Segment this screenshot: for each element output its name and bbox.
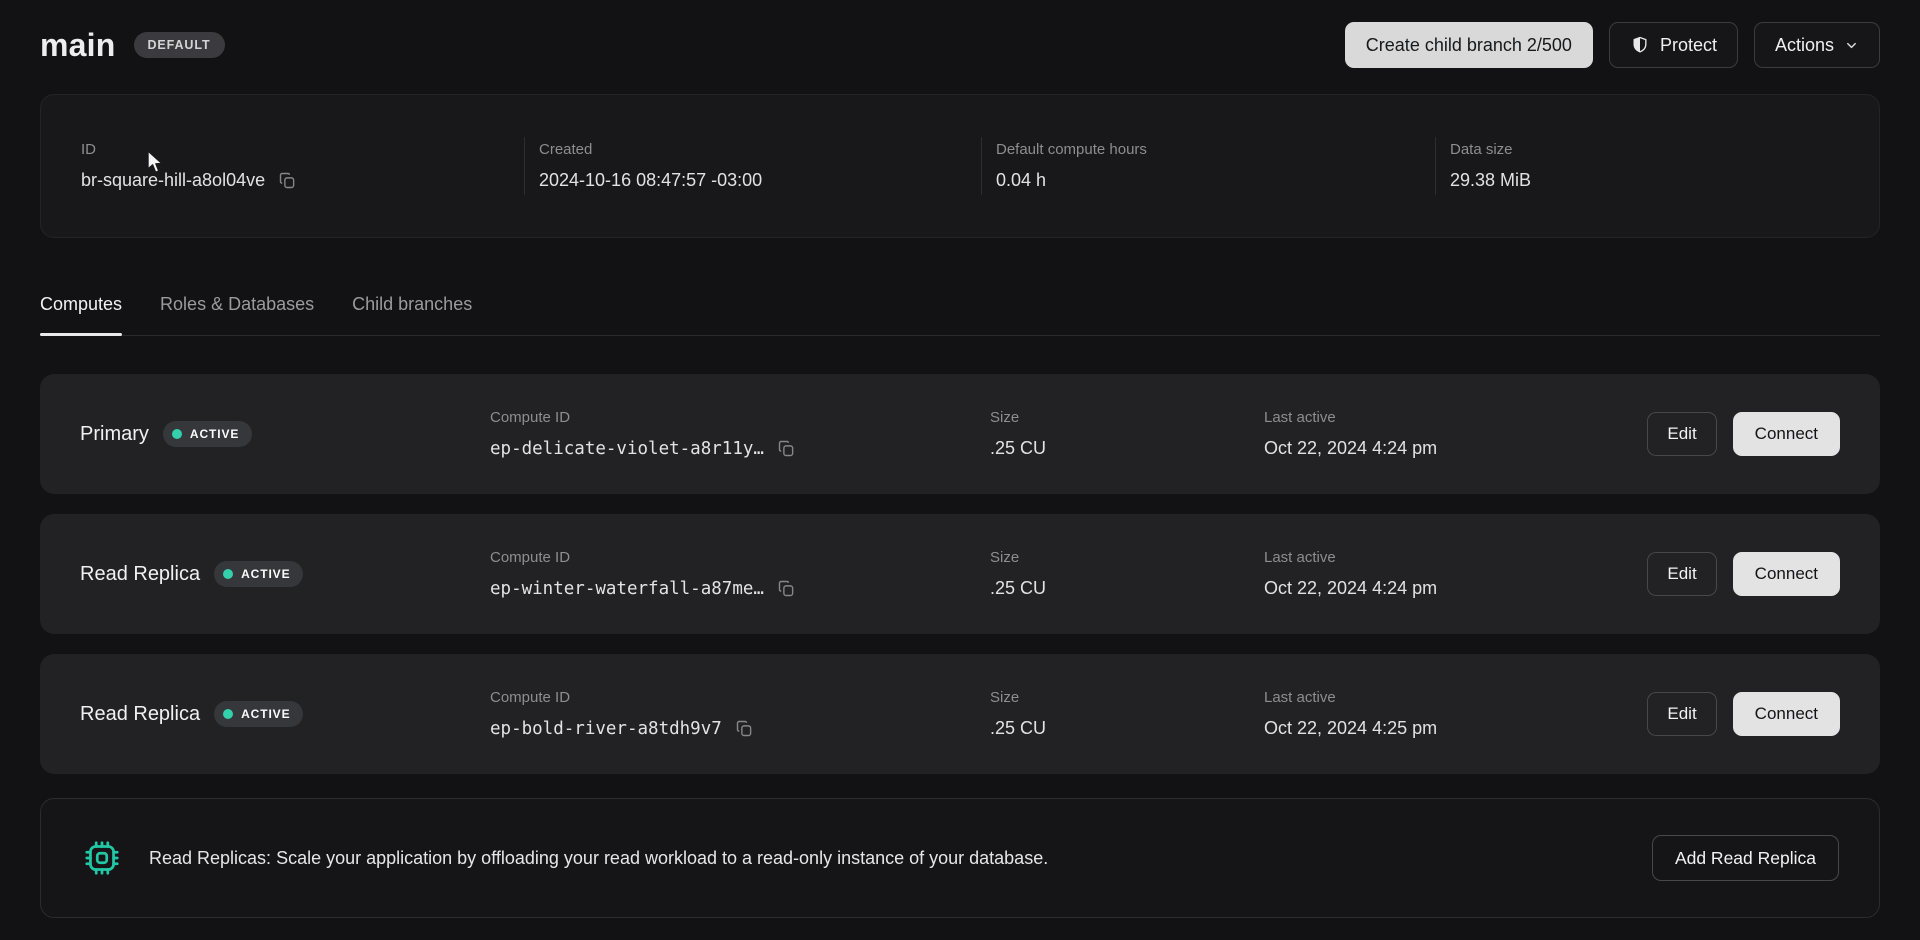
status-label: ACTIVE [190, 428, 239, 440]
compute-id-value: ep-winter-waterfall-a87me… [490, 579, 764, 599]
compute-row-primary: Primary ACTIVE Compute ID ep-delicate-vi… [40, 374, 1880, 494]
edit-button[interactable]: Edit [1647, 692, 1716, 736]
status-badge: ACTIVE [214, 701, 303, 727]
read-replica-note-card: Read Replicas: Scale your application by… [40, 798, 1880, 918]
size-value: .25 CU [990, 578, 1264, 599]
copy-icon [277, 170, 298, 191]
row-actions: Edit Connect [1647, 412, 1840, 456]
last-active-field: Last active Oct 22, 2024 4:24 pm [1264, 409, 1647, 459]
status-dot-icon [223, 569, 233, 579]
copy-icon [776, 578, 797, 599]
tab-child-branches[interactable]: Child branches [352, 294, 472, 335]
computes-list: Primary ACTIVE Compute ID ep-delicate-vi… [40, 374, 1880, 774]
size-value: .25 CU [990, 718, 1264, 739]
branch-info-card: ID br-square-hill-a8ol04ve Created 2024-… [40, 94, 1880, 238]
compute-id-label: Compute ID [490, 689, 990, 706]
created-value: 2024-10-16 08:47:57 -03:00 [539, 170, 981, 191]
compute-name: Primary [80, 423, 149, 446]
copy-compute-id-button[interactable] [776, 438, 797, 459]
compute-id-field: Compute ID ep-winter-waterfall-a87me… [490, 549, 990, 599]
status-dot-icon [223, 709, 233, 719]
protect-button[interactable]: Protect [1609, 22, 1738, 68]
default-compute-hours-field: Default compute hours 0.04 h [981, 137, 1435, 195]
size-label: Size [990, 409, 1264, 426]
tab-computes[interactable]: Computes [40, 294, 122, 335]
page-title: main [40, 27, 116, 64]
last-active-value: Oct 22, 2024 4:24 pm [1264, 578, 1647, 599]
last-active-field: Last active Oct 22, 2024 4:25 pm [1264, 689, 1647, 739]
created-field: Created 2024-10-16 08:47:57 -03:00 [524, 137, 981, 195]
compute-row-read-replica-1: Read Replica ACTIVE Compute ID ep-winter… [40, 514, 1880, 634]
connect-button[interactable]: Connect [1733, 552, 1840, 596]
copy-icon [776, 438, 797, 459]
branch-id-label: ID [81, 141, 524, 158]
compute-id-field: Compute ID ep-bold-river-a8tdh9v7 [490, 689, 990, 739]
row-actions: Edit Connect [1647, 692, 1840, 736]
shield-icon [1630, 35, 1650, 55]
last-active-label: Last active [1264, 689, 1647, 706]
actions-button[interactable]: Actions [1754, 22, 1880, 68]
size-value: .25 CU [990, 438, 1264, 459]
last-active-value: Oct 22, 2024 4:25 pm [1264, 718, 1647, 739]
compute-size-field: Size .25 CU [990, 409, 1264, 459]
header-actions: Create child branch 2/500 Protect Action… [1345, 22, 1880, 68]
status-badge: ACTIVE [214, 561, 303, 587]
connect-button[interactable]: Connect [1733, 692, 1840, 736]
status-label: ACTIVE [241, 708, 290, 720]
branch-id-value: br-square-hill-a8ol04ve [81, 170, 265, 191]
compute-id-value: ep-delicate-violet-a8r11y… [490, 439, 764, 459]
compute-size-field: Size .25 CU [990, 689, 1264, 739]
branch-id-field: ID br-square-hill-a8ol04ve [81, 137, 524, 195]
copy-branch-id-button[interactable] [277, 170, 298, 191]
compute-name-group: Read Replica ACTIVE [80, 561, 490, 587]
compute-id-label: Compute ID [490, 549, 990, 566]
last-active-label: Last active [1264, 549, 1647, 566]
compute-name-group: Read Replica ACTIVE [80, 701, 490, 727]
default-badge: DEFAULT [134, 32, 225, 59]
row-actions: Edit Connect [1647, 552, 1840, 596]
chevron-down-icon [1844, 38, 1859, 53]
status-label: ACTIVE [241, 568, 290, 580]
branch-page: main DEFAULT Create child branch 2/500 P… [0, 22, 1920, 918]
compute-id-field: Compute ID ep-delicate-violet-a8r11y… [490, 409, 990, 459]
compute-name-group: Primary ACTIVE [80, 421, 490, 447]
cpu-chip-icon [81, 837, 123, 879]
compute-row-read-replica-2: Read Replica ACTIVE Compute ID ep-bold-r… [40, 654, 1880, 774]
compute-name: Read Replica [80, 703, 200, 726]
data-size-label: Data size [1450, 141, 1839, 158]
create-child-branch-button[interactable]: Create child branch 2/500 [1345, 22, 1593, 68]
title-group: main DEFAULT [40, 27, 225, 64]
copy-compute-id-button[interactable] [734, 718, 755, 739]
last-active-field: Last active Oct 22, 2024 4:24 pm [1264, 549, 1647, 599]
tab-roles-databases[interactable]: Roles & Databases [160, 294, 314, 335]
edit-button[interactable]: Edit [1647, 552, 1716, 596]
compute-id-label: Compute ID [490, 409, 990, 426]
read-replica-note-text: Read Replicas: Scale your application by… [149, 848, 1048, 869]
compute-name: Read Replica [80, 563, 200, 586]
data-size-field: Data size 29.38 MiB [1435, 137, 1839, 195]
compute-id-value: ep-bold-river-a8tdh9v7 [490, 719, 722, 739]
branch-header: main DEFAULT Create child branch 2/500 P… [40, 22, 1880, 68]
default-compute-hours-value: 0.04 h [996, 170, 1435, 191]
branch-tabs: Computes Roles & Databases Child branche… [40, 294, 1880, 336]
add-read-replica-button[interactable]: Add Read Replica [1652, 835, 1839, 881]
edit-button[interactable]: Edit [1647, 412, 1716, 456]
copy-compute-id-button[interactable] [776, 578, 797, 599]
compute-size-field: Size .25 CU [990, 549, 1264, 599]
status-badge: ACTIVE [163, 421, 252, 447]
status-dot-icon [172, 429, 182, 439]
created-label: Created [539, 141, 981, 158]
actions-label: Actions [1775, 36, 1834, 54]
copy-icon [734, 718, 755, 739]
connect-button[interactable]: Connect [1733, 412, 1840, 456]
default-compute-hours-label: Default compute hours [996, 141, 1435, 158]
size-label: Size [990, 549, 1264, 566]
data-size-value: 29.38 MiB [1450, 170, 1839, 191]
protect-label: Protect [1660, 36, 1717, 54]
last-active-label: Last active [1264, 409, 1647, 426]
last-active-value: Oct 22, 2024 4:24 pm [1264, 438, 1647, 459]
size-label: Size [990, 689, 1264, 706]
